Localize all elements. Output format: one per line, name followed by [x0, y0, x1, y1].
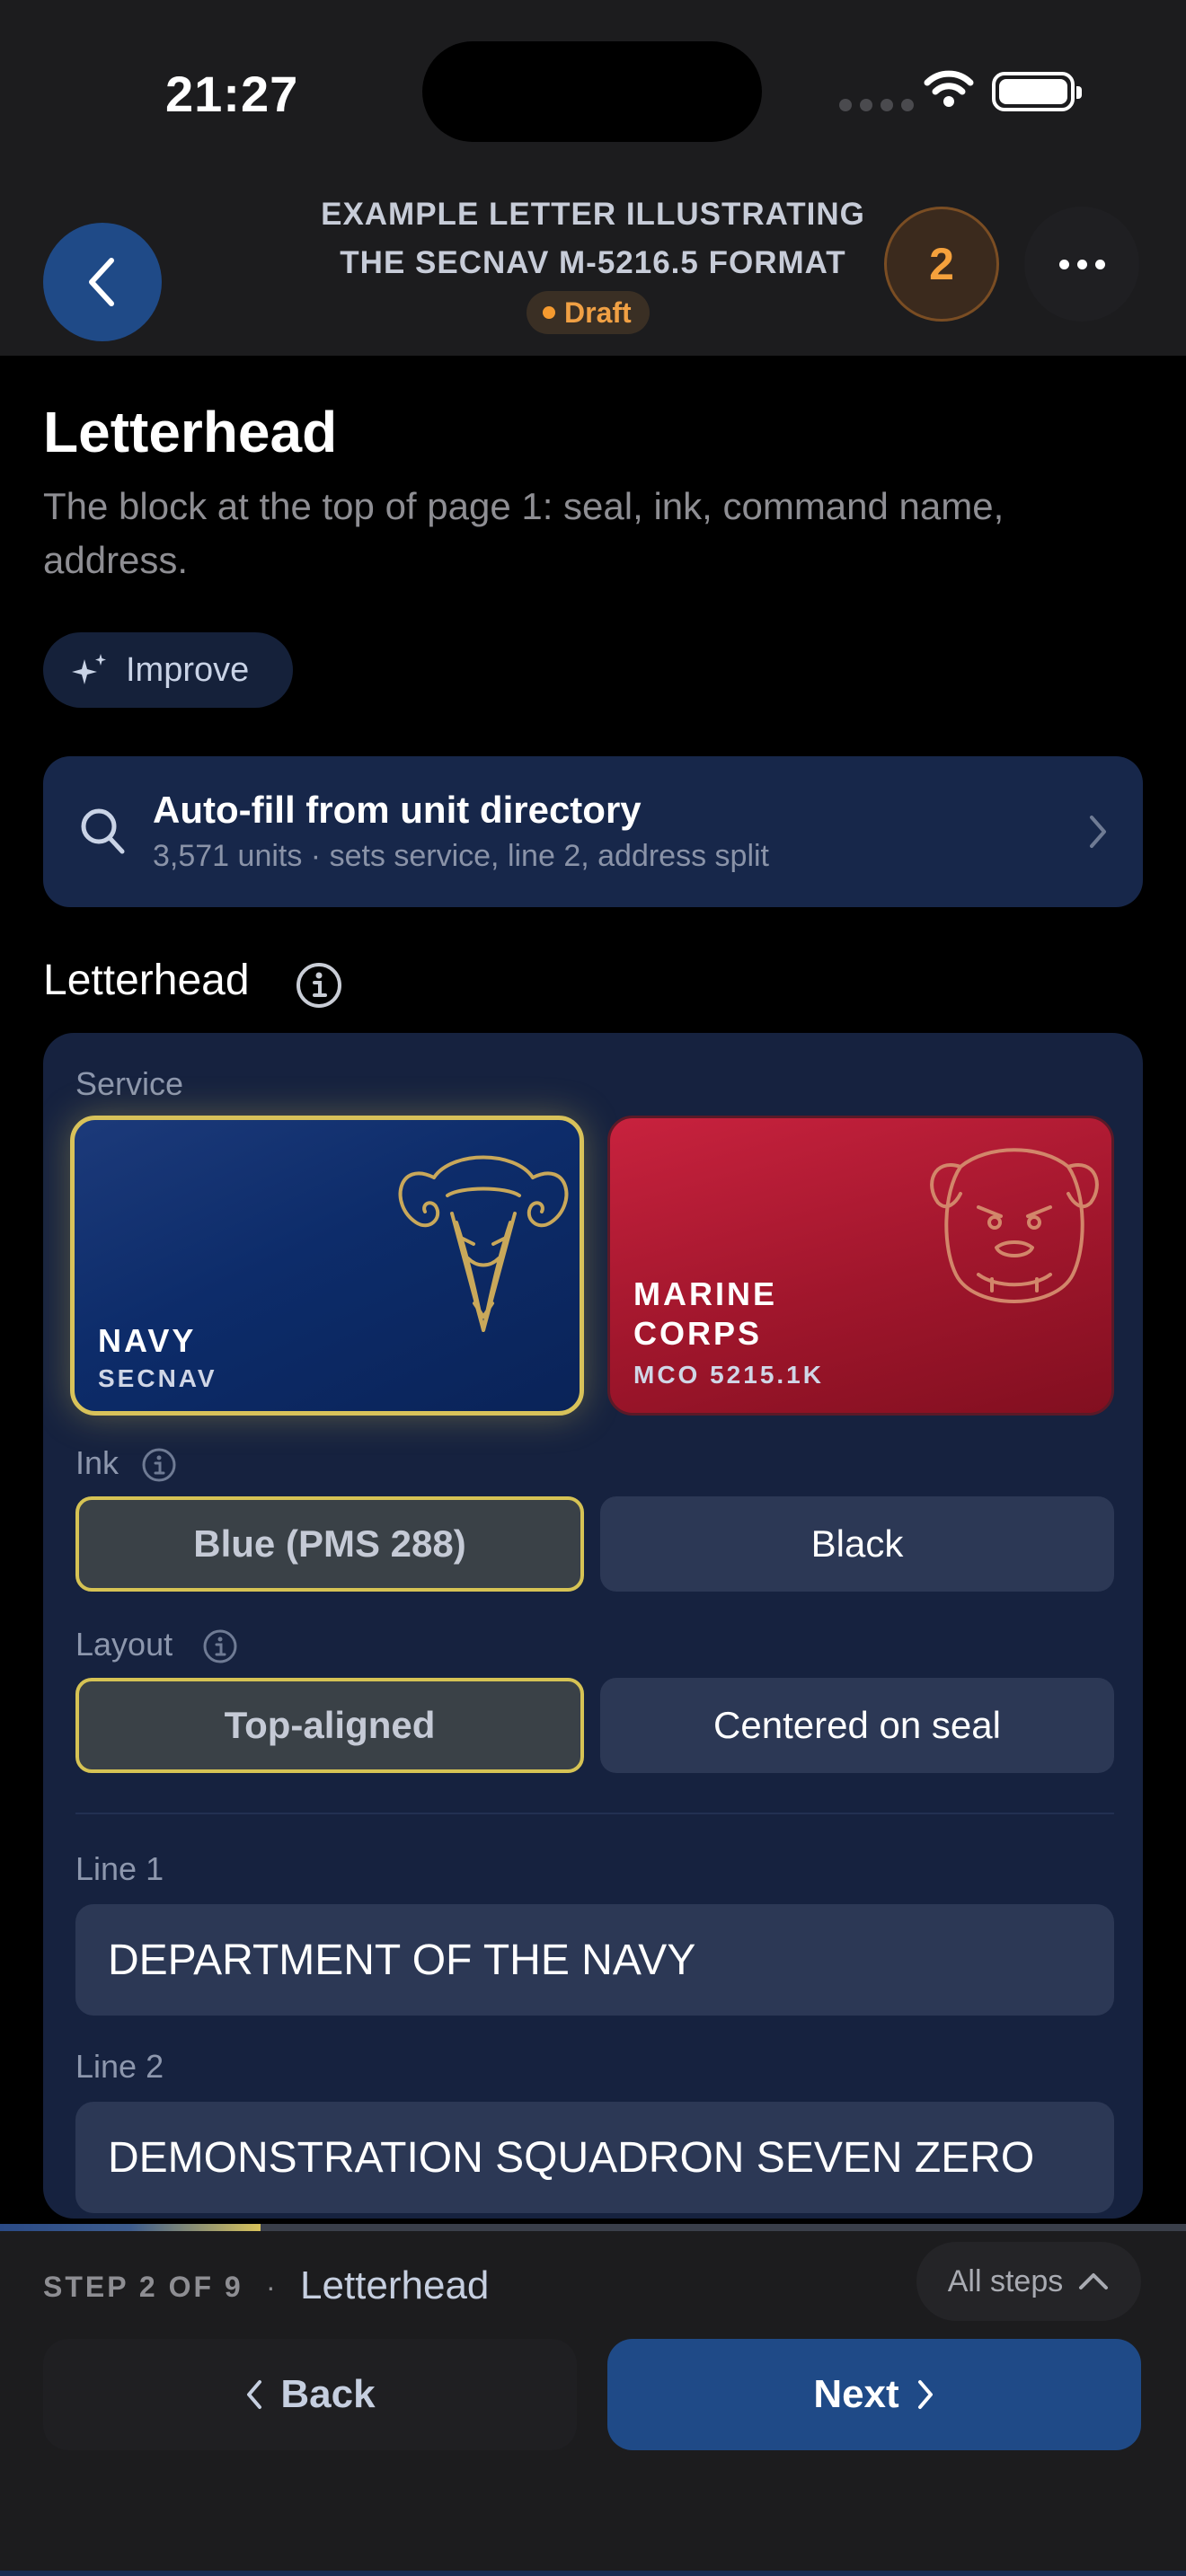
service-card-marine-corps[interactable]: MARINE CORPS MCO 5215.1K: [607, 1116, 1114, 1416]
progress-track: [0, 2224, 1186, 2231]
document-title-line1: EXAMPLE LETTER ILLUSTRATING: [321, 197, 865, 232]
service-card-navy-sub: SECNAV: [98, 1364, 217, 1392]
section-divider: [75, 1813, 1114, 1814]
page-description: The block at the top of page 1: seal, in…: [43, 485, 1005, 581]
sparkle-icon: [72, 654, 106, 684]
improve-label: Improve: [126, 650, 250, 689]
back-step-label: Back: [280, 2372, 376, 2416]
step-separator: ·: [266, 2271, 276, 2303]
service-card-navy-name: NAVY: [98, 1322, 197, 1359]
line1-input[interactable]: DEPARTMENT OF THE NAVY: [75, 1904, 1114, 2016]
layout-option-top-aligned[interactable]: Top-aligned: [75, 1678, 584, 1773]
bottom-edge: [0, 2571, 1186, 2576]
step-counter: STEP 2 OF 9: [43, 2271, 243, 2303]
battery-icon: [992, 72, 1082, 111]
chevron-up-icon: [1079, 2273, 1109, 2289]
cellular-signal-icon: [839, 99, 914, 111]
line2-label: Line 2: [75, 2048, 164, 2085]
layout-label: Layout: [75, 1626, 173, 1663]
layout-option-centered-on-seal[interactable]: Centered on seal: [600, 1678, 1114, 1773]
page-title: Letterhead: [43, 400, 338, 464]
ink-option-blue[interactable]: Blue (PMS 288): [75, 1496, 584, 1592]
status-badge: Draft: [527, 291, 650, 334]
issues-count-button[interactable]: 2: [884, 207, 999, 322]
service-card-marine-sub: MCO 5215.1K: [633, 1361, 824, 1389]
search-icon: [81, 808, 125, 854]
service-card-marine-name: MARINE CORPS: [633, 1275, 777, 1354]
back-step-button[interactable]: Back: [43, 2339, 577, 2450]
status-dot-icon: [543, 306, 555, 319]
document-title-line2: THE SECNAV M-5216.5 FORMAT: [340, 245, 846, 280]
status-badge-label: Draft: [564, 296, 632, 329]
status-time: 21:27: [165, 66, 299, 122]
chevron-right-icon: [917, 2380, 933, 2409]
autofill-title: Auto-fill from unit directory: [153, 789, 642, 831]
next-step-button[interactable]: Next: [607, 2339, 1141, 2450]
all-steps-button[interactable]: All steps: [916, 2242, 1141, 2321]
info-icon[interactable]: [295, 961, 343, 1010]
progress-fill: [0, 2224, 261, 2231]
document-header: EXAMPLE LETTER ILLUSTRATING THE SECNAV M…: [0, 180, 1186, 356]
line1-label: Line 1: [75, 1850, 164, 1887]
ink-option-black[interactable]: Black: [600, 1496, 1114, 1592]
all-steps-label: All steps: [947, 2263, 1064, 2298]
next-step-label: Next: [813, 2372, 899, 2416]
document-title: EXAMPLE LETTER ILLUSTRATING THE SECNAV M…: [270, 190, 916, 287]
ink-label: Ink: [75, 1444, 119, 1481]
layout-info-icon[interactable]: [201, 1628, 239, 1665]
section-title: Letterhead: [43, 957, 250, 1004]
dynamic-island: [422, 41, 762, 142]
service-card-navy[interactable]: NAVY SECNAV: [70, 1116, 584, 1416]
wizard-footer: STEP 2 OF 9 · Letterhead All steps Back …: [0, 2224, 1186, 2576]
chevron-left-icon: [89, 258, 114, 306]
wifi-icon: [924, 68, 974, 112]
status-bar: 21:27: [0, 0, 1186, 180]
ram-emblem-icon: [398, 1155, 569, 1332]
letterhead-panel: Service NAVY SECNAV MARINE CORPS MCO 521…: [43, 1033, 1143, 2219]
service-card-marine-name-line1: MARINE: [633, 1275, 777, 1312]
service-label: Service: [75, 1065, 184, 1102]
line2-input[interactable]: DEMONSTRATION SQUADRON SEVEN ZERO: [75, 2102, 1114, 2213]
autofill-unit-directory[interactable]: Auto-fill from unit directory 3,571 unit…: [43, 756, 1143, 907]
bulldog-emblem-icon: [930, 1148, 1099, 1303]
autofill-subtitle: 3,571 units · sets service, line 2, addr…: [153, 839, 769, 873]
ink-info-icon[interactable]: [140, 1446, 178, 1484]
service-card-marine-name-line2: CORPS: [633, 1315, 763, 1352]
chevron-right-icon: [1090, 816, 1106, 848]
improve-button[interactable]: Improve: [43, 632, 293, 708]
chevron-left-icon: [247, 2380, 262, 2409]
more-options-button[interactable]: [1024, 207, 1139, 322]
step-name: Letterhead: [300, 2263, 490, 2307]
back-button[interactable]: [43, 223, 162, 341]
